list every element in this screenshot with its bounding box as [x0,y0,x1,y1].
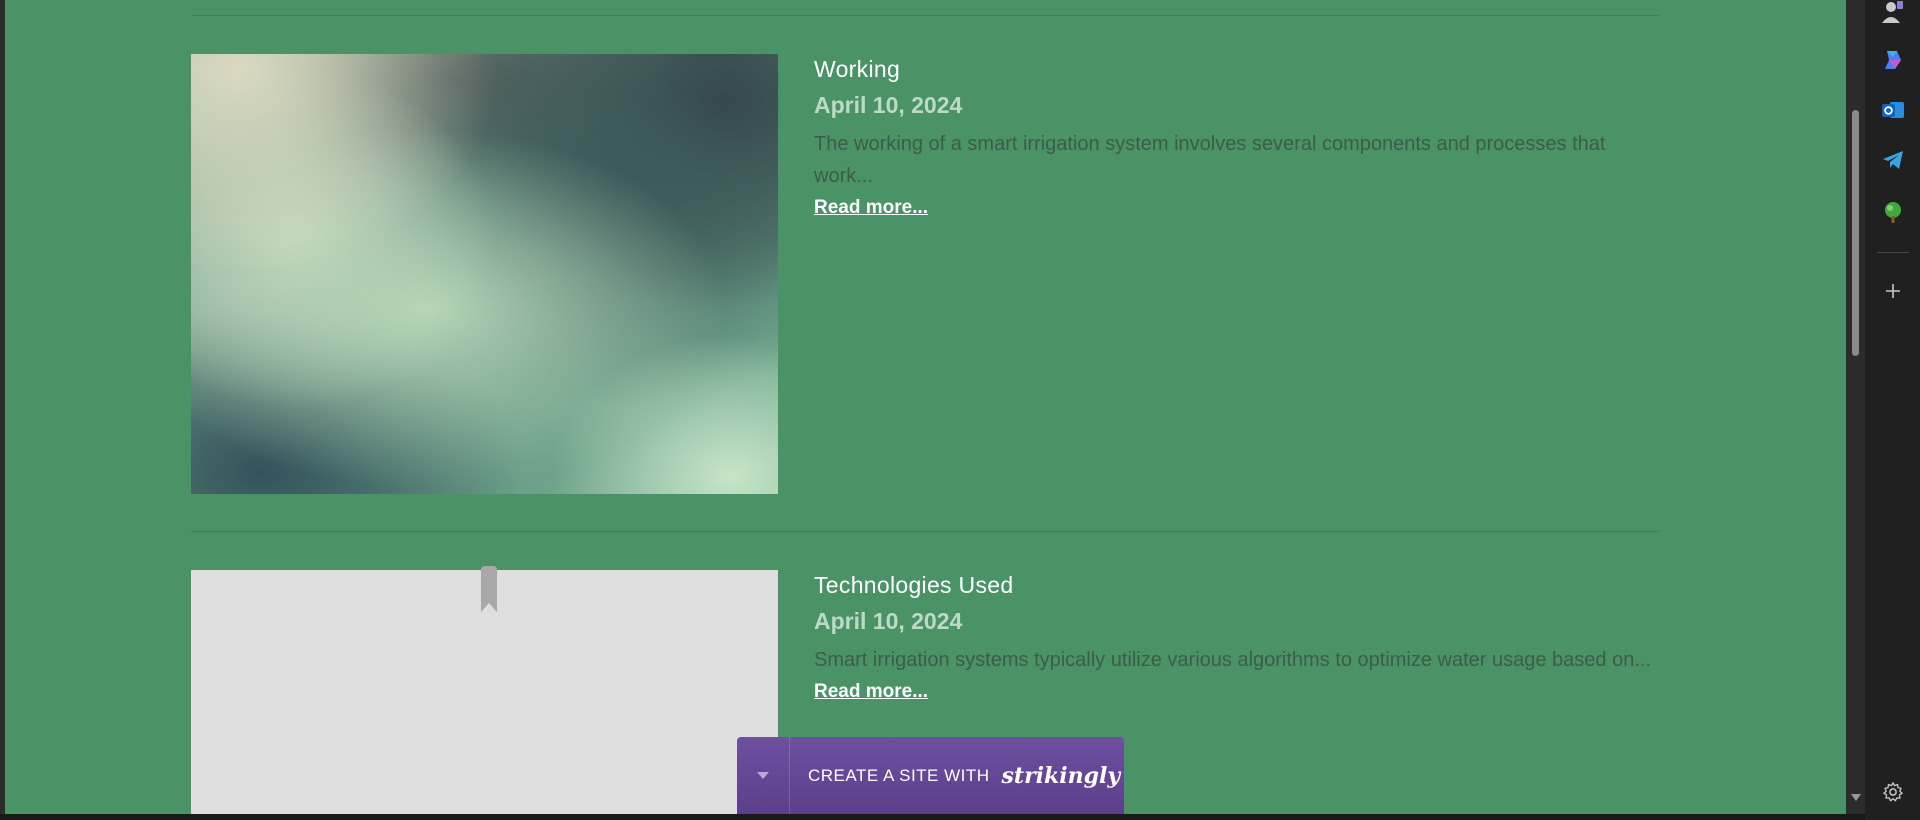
scroll-down-arrow[interactable] [1851,794,1861,801]
sidebar-divider [1877,252,1909,253]
add-icon [1886,284,1900,298]
outlook-icon[interactable] [1880,97,1906,123]
scrollbar-thumb[interactable] [1852,110,1859,356]
post-body: Working April 10, 2024 The working of a … [814,54,1661,220]
divider [191,15,1659,16]
create-site-banner[interactable]: CREATE A SITE WITH strikingly [737,737,1124,814]
add-icon[interactable] [1880,278,1906,304]
telegram-icon [1883,151,1903,169]
blog-page: Working April 10, 2024 The working of a … [5,0,1846,814]
profile-icon[interactable] [1880,0,1906,24]
browser-sidebar [1865,0,1920,820]
post-title[interactable]: Technologies Used [814,570,1661,600]
profile-icon [1882,1,1903,23]
divider [191,531,1659,532]
read-more-link[interactable]: Read more... [814,196,928,220]
telegram-icon[interactable] [1880,147,1906,173]
post-excerpt: The working of a smart irrigation system… [814,133,1606,187]
window-bottom-edge [0,814,1865,820]
scrollbar[interactable] [1846,0,1865,814]
banner-text: CREATE A SITE WITH [808,765,990,785]
post-date: April 10, 2024 [814,92,963,118]
gear-icon [1883,782,1903,802]
tree-icon [1885,202,1901,223]
collapse-banner-button[interactable] [737,737,790,814]
tree-icon[interactable] [1880,199,1906,225]
copilot-icon[interactable] [1880,47,1906,73]
post-excerpt: Smart irrigation systems typically utili… [814,649,1652,671]
copilot-icon [1885,51,1901,69]
post-date: April 10, 2024 [814,608,963,634]
post-thumbnail-placeholder[interactable] [191,566,778,814]
post-thumbnail[interactable] [191,54,778,494]
post-body: Technologies Used April 10, 2024 Smart i… [814,570,1661,704]
bookmark-icon [481,566,497,612]
post-title[interactable]: Working [814,54,1661,84]
gear-icon[interactable] [1880,779,1906,805]
strikingly-logo: strikingly [1001,762,1121,789]
chevron-down-icon [757,771,769,779]
read-more-link[interactable]: Read more... [814,680,928,704]
outlook-icon [1882,102,1904,118]
